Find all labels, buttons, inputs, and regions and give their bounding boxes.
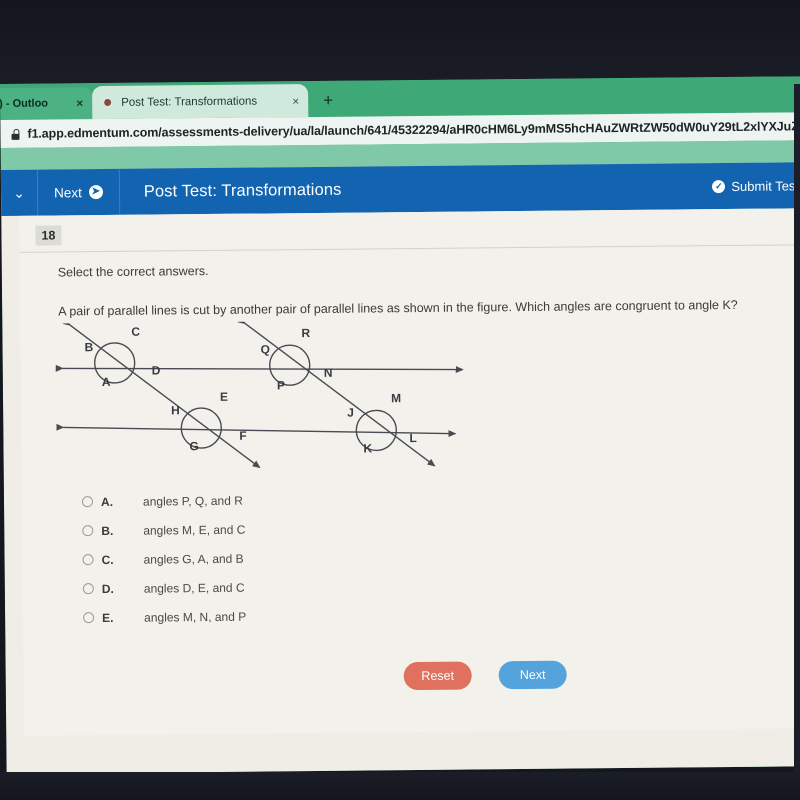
reset-button[interactable]: Reset	[403, 661, 472, 691]
angle-label-H: H	[171, 403, 180, 417]
close-icon[interactable]: ×	[292, 94, 299, 108]
option-letter: E.	[102, 610, 114, 625]
option-letter: A.	[100, 494, 114, 509]
radio-button[interactable]	[82, 554, 94, 566]
option-letter: C.	[101, 552, 114, 567]
angle-label-B: B	[84, 340, 93, 354]
browser-tab-post-test[interactable]: Post Test: Transformations ×	[92, 84, 309, 120]
app-header-bar: ⌄ Next ➤ Post Test: Transformations ✓ Su…	[0, 162, 800, 216]
question-prompt: A pair of parallel lines is cut by anoth…	[58, 297, 738, 319]
option-label: angles P, Q, and R	[142, 493, 243, 509]
geometry-figure: B C A D Q R P N H E G F J M K L	[52, 319, 473, 473]
answer-option-e[interactable]: E. angles M, N, and P	[83, 599, 483, 632]
radio-button[interactable]	[83, 612, 95, 624]
angle-label-P: P	[277, 378, 285, 392]
option-letter: B.	[101, 523, 114, 538]
angle-label-group: B C A D Q R P N H E G F J M K L	[84, 325, 416, 456]
tab-title: Post Test: Transformations	[121, 95, 258, 109]
url-text: f1.app.edmentum.com/assessments-delivery…	[27, 118, 800, 141]
page-title: Post Test: Transformations	[143, 180, 342, 201]
radio-button[interactable]	[82, 525, 94, 537]
header-next-label: Next	[53, 184, 82, 200]
next-button[interactable]: Next	[498, 660, 567, 690]
instruction-text: Select the correct answers.	[57, 264, 209, 280]
angle-label-D: D	[152, 363, 161, 377]
monitor-bezel-top	[0, 0, 800, 84]
check-circle-icon: ✓	[712, 179, 726, 193]
answer-options-list: A. angles P, Q, and R B. angles M, E, and C…	[81, 483, 483, 632]
answer-option-c[interactable]: C. angles G, A, and B	[82, 541, 482, 574]
question-number-badge: 18	[35, 225, 62, 246]
transversal-line-right	[237, 319, 436, 467]
panel-divider	[19, 244, 796, 253]
edmentum-app: ⌄ Next ➤ Post Test: Transformations ✓ Su…	[0, 162, 800, 774]
transversal-line-left	[62, 319, 261, 469]
close-icon[interactable]: ×	[76, 96, 83, 110]
action-button-group: Reset Next	[403, 660, 567, 691]
edmentum-favicon-icon	[101, 95, 115, 110]
monitor-bezel-bottom	[0, 772, 800, 800]
angle-label-J: J	[347, 406, 354, 420]
photographed-screen-frame: 5-Tea) - Outloo × Post Test: Transformat…	[0, 0, 800, 800]
submit-test-button[interactable]: ✓ Submit Test	[712, 178, 799, 194]
option-label: angles D, E, and C	[143, 580, 245, 596]
angle-arc-bottom-right	[355, 409, 398, 452]
parallel-line-top	[55, 364, 464, 374]
chevron-down-icon[interactable]: ⌄	[1, 184, 37, 201]
answer-option-a[interactable]: A. angles P, Q, and R	[81, 483, 482, 516]
angle-label-A: A	[102, 375, 111, 389]
option-label: angles M, N, and P	[144, 609, 247, 625]
header-next-button[interactable]: Next ➤	[36, 168, 121, 216]
angle-label-C: C	[131, 325, 140, 339]
angle-label-R: R	[301, 326, 310, 340]
angle-label-F: F	[239, 429, 246, 443]
option-label: angles G, A, and B	[143, 551, 244, 567]
tab-title: 5-Tea) - Outloo	[0, 97, 49, 111]
angle-label-L: L	[409, 431, 416, 445]
question-panel: 18 Select the correct answers. A pair of…	[19, 208, 800, 736]
radio-button[interactable]	[82, 583, 94, 595]
browser-window: 5-Tea) - Outloo × Post Test: Transformat…	[0, 76, 800, 774]
parallel-lines-diagram-svg: B C A D Q R P N H E G F J M K L	[55, 319, 464, 469]
angle-label-K: K	[363, 441, 372, 455]
angle-label-G: G	[189, 439, 198, 453]
answer-option-b[interactable]: B. angles M, E, and C	[82, 512, 482, 545]
angle-label-Q: Q	[260, 342, 269, 356]
angle-label-N: N	[324, 366, 333, 380]
option-letter: D.	[101, 581, 114, 596]
lock-icon	[10, 129, 19, 140]
submit-test-label: Submit Test	[731, 177, 800, 194]
monitor-bezel-right	[794, 84, 800, 774]
option-label: angles M, E, and C	[143, 522, 246, 538]
arrow-right-circle-icon: ➤	[88, 185, 103, 200]
answer-option-d[interactable]: D. angles D, E, and C	[82, 570, 483, 603]
angle-arc-top-right	[269, 344, 311, 386]
angle-label-E: E	[220, 390, 228, 404]
browser-tab-outlook[interactable]: 5-Tea) - Outloo ×	[0, 87, 93, 121]
new-tab-icon[interactable]: +	[318, 91, 338, 112]
radio-button[interactable]	[81, 496, 94, 508]
angle-label-M: M	[391, 391, 401, 405]
